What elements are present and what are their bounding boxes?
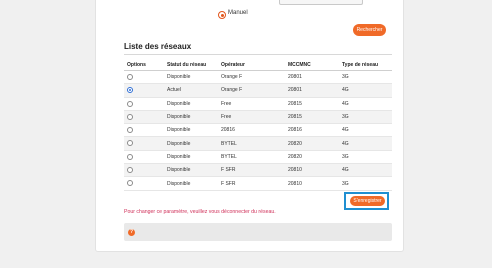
network-type-cell: 4G <box>339 97 392 111</box>
network-option-cell <box>124 97 164 111</box>
operator-cell: 20816 <box>218 123 285 138</box>
network-option-radio[interactable] <box>127 167 133 174</box>
column-header-operator: Opérateur <box>218 59 285 71</box>
network-status-cell: Disponible <box>164 176 218 191</box>
network-option-radio[interactable] <box>127 140 133 147</box>
network-option-cell <box>124 123 164 138</box>
network-table: Options Statut du réseau Opérateur MCCMN… <box>124 59 392 191</box>
network-option-radio[interactable] <box>127 73 133 80</box>
mccmnc-cell: 20810 <box>285 176 339 191</box>
search-button[interactable]: Rechercher <box>353 24 386 36</box>
column-header-mccmnc: MCCMNC <box>285 59 339 71</box>
network-option-radio[interactable] <box>127 127 133 134</box>
network-option-cell <box>124 176 164 191</box>
network-option-radio[interactable] <box>127 180 133 187</box>
mccmnc-cell: 20815 <box>285 110 339 125</box>
operator-cell: Orange F <box>218 70 285 85</box>
network-type-cell: 4G <box>339 123 392 138</box>
network-option-cell <box>124 163 164 178</box>
network-option-cell <box>124 136 164 151</box>
mccmnc-cell: 20820 <box>285 150 339 165</box>
table-row[interactable]: Disponible Free 20815 4G <box>124 97 392 111</box>
table-row[interactable]: Disponible 20816 20816 4G <box>124 123 392 138</box>
network-status-cell: Disponible <box>164 163 218 178</box>
network-type-cell: 4G <box>339 83 392 98</box>
network-status-cell: Disponible <box>164 150 218 165</box>
network-status-cell: Disponible <box>164 136 218 151</box>
network-type-cell: 3G <box>339 150 392 165</box>
operator-cell: Free <box>218 110 285 125</box>
network-option-radio[interactable] <box>127 100 133 107</box>
mccmnc-cell: 20816 <box>285 123 339 138</box>
mccmnc-cell: 20820 <box>285 136 339 151</box>
mccmnc-cell: 20815 <box>285 97 339 111</box>
table-row[interactable]: Disponible Orange F 20801 3G <box>124 70 392 85</box>
network-status-cell: Disponible <box>164 70 218 85</box>
save-button[interactable]: S'enregistrer <box>350 196 385 206</box>
network-option-cell <box>124 110 164 125</box>
network-type-cell: 4G <box>339 163 392 178</box>
table-row[interactable]: Disponible F SFR 20810 3G <box>124 176 392 191</box>
table-row[interactable]: Disponible BYTEL 20820 3G <box>124 150 392 165</box>
network-option-cell <box>124 150 164 165</box>
column-header-status: Statut du réseau <box>164 59 218 71</box>
network-type-cell: 3G <box>339 176 392 191</box>
network-list-title: Liste des réseaux <box>124 42 192 51</box>
manual-mode-radio[interactable] <box>218 11 226 19</box>
network-option-cell <box>124 70 164 85</box>
column-header-options: Options <box>124 59 164 71</box>
mccmnc-cell: 20801 <box>285 83 339 98</box>
operator-cell: Free <box>218 97 285 111</box>
column-header-type: Type de réseau <box>339 59 392 71</box>
table-row[interactable]: Disponible F SFR 20810 4G <box>124 163 392 178</box>
table-row[interactable]: Actuel Orange F 20801 4G <box>124 83 392 98</box>
disconnect-warning: Pour changer ce paramètre, veuillez vous… <box>124 209 276 215</box>
operator-cell: F SFR <box>218 176 285 191</box>
network-type-cell: 4G <box>339 136 392 151</box>
network-type-cell: 3G <box>339 110 392 125</box>
network-type-cell: 3G <box>339 70 392 85</box>
question-icon[interactable]: ? <box>128 229 135 236</box>
table-header-row: Options Statut du réseau Opérateur MCCMN… <box>124 59 392 71</box>
operator-cell: Orange F <box>218 83 285 98</box>
table-row[interactable]: Disponible BYTEL 20820 4G <box>124 136 392 151</box>
operator-cell: F SFR <box>218 163 285 178</box>
operator-cell: BYTEL <box>218 136 285 151</box>
manual-mode-label: Manuel <box>228 10 248 16</box>
section-divider <box>124 54 392 55</box>
network-status-cell: Disponible <box>164 123 218 138</box>
network-status-cell: Disponible <box>164 110 218 125</box>
network-status-cell: Actuel <box>164 83 218 98</box>
network-status-cell: Disponible <box>164 97 218 111</box>
operator-cell: BYTEL <box>218 150 285 165</box>
table-row[interactable]: Disponible Free 20815 3G <box>124 110 392 125</box>
network-option-cell <box>124 83 164 98</box>
network-option-radio[interactable] <box>127 87 133 94</box>
info-box <box>124 223 392 241</box>
mccmnc-cell: 20801 <box>285 70 339 85</box>
mode-dropdown[interactable] <box>279 0 363 5</box>
network-option-radio[interactable] <box>127 113 133 120</box>
network-option-radio[interactable] <box>127 153 133 160</box>
mccmnc-cell: 20810 <box>285 163 339 178</box>
